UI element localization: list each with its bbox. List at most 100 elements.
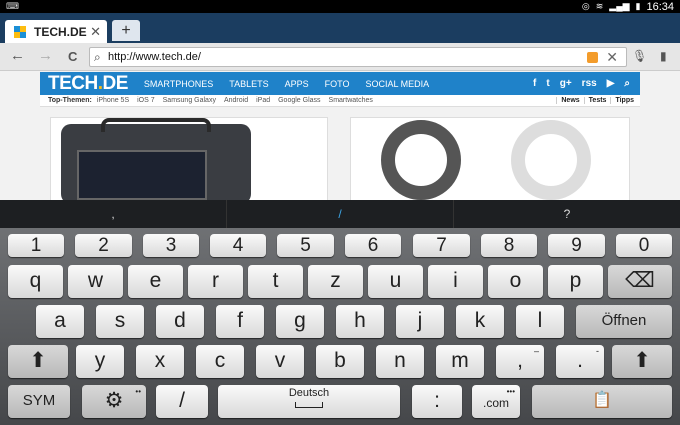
key-y[interactable]: y — [76, 345, 124, 378]
forward-button[interactable]: → — [38, 47, 53, 64]
rss-icon[interactable] — [587, 52, 598, 63]
site-logo[interactable]: TECH.DE — [48, 73, 128, 95]
key-g[interactable]: g — [276, 305, 324, 338]
key-s[interactable]: s — [96, 305, 144, 338]
key-slash[interactable]: / — [156, 385, 208, 418]
top-topics-bar: Top-Themen: iPhone 5S iOS 7 Samsung Gala… — [40, 95, 640, 107]
tab-strip: TECH.DE ✕ + — [0, 13, 680, 43]
key-2[interactable]: 2 — [75, 234, 132, 257]
browser-tab[interactable]: TECH.DE ✕ — [5, 20, 107, 43]
key-9[interactable]: 9 — [548, 234, 605, 257]
key-period[interactable]: . - — [556, 345, 604, 378]
facebook-icon[interactable]: f — [533, 78, 536, 89]
key-colon[interactable]: : — [412, 385, 462, 418]
site-navigation: TECH.DE SMARTPHONES TABLETS APPS FOTO SO… — [40, 72, 640, 95]
key-l[interactable]: l — [516, 305, 564, 338]
clear-url-icon[interactable]: ✕ — [606, 49, 618, 66]
new-tab-button[interactable]: + — [112, 20, 140, 41]
backspace-key[interactable]: ⌫ — [608, 265, 672, 298]
key-w[interactable]: w — [68, 265, 123, 298]
key-m[interactable]: m — [436, 345, 484, 378]
search-icon: ⌕ — [94, 50, 101, 64]
key-a[interactable]: a — [36, 305, 84, 338]
key-p[interactable]: p — [548, 265, 603, 298]
signal-icon: ▂▄▆ — [609, 1, 630, 11]
google-plus-icon[interactable]: g+ — [560, 78, 572, 89]
youtube-icon[interactable]: ▶ — [607, 78, 615, 89]
microphone-icon[interactable]: 🎙 — [632, 49, 647, 63]
key-n[interactable]: n — [376, 345, 424, 378]
url-text[interactable]: http://www.tech.de/ — [108, 51, 201, 63]
key-e[interactable]: e — [128, 265, 183, 298]
menu-item-tablets[interactable]: TABLETS — [229, 79, 268, 89]
key-v[interactable]: v — [256, 345, 304, 378]
settings-key[interactable]: ⚙ •• — [82, 385, 146, 418]
close-tab-icon[interactable]: ✕ — [90, 24, 101, 40]
left-shift-key[interactable]: ⬆ — [8, 345, 68, 378]
topic-link[interactable]: iPad — [256, 97, 270, 104]
site-menu: SMARTPHONES TABLETS APPS FOTO SOCIAL MED… — [144, 79, 429, 89]
key-3[interactable]: 3 — [143, 234, 199, 257]
url-bar[interactable]: ⌕ http://www.tech.de/ ✕ — [89, 47, 627, 67]
key-i[interactable]: i — [428, 265, 483, 298]
key-z[interactable]: z — [308, 265, 363, 298]
key-q[interactable]: q — [8, 265, 63, 298]
key-d[interactable]: d — [156, 305, 204, 338]
right-shift-key[interactable]: ⬆ — [612, 345, 672, 378]
menu-item-foto[interactable]: FOTO — [325, 79, 350, 89]
key-u[interactable]: u — [368, 265, 423, 298]
topic-link[interactable]: iPhone 5S — [97, 97, 129, 104]
key-r[interactable]: r — [188, 265, 243, 298]
key-5[interactable]: 5 — [277, 234, 334, 257]
key-o[interactable]: o — [488, 265, 543, 298]
key-f[interactable]: f — [216, 305, 264, 338]
tipps-link[interactable]: Tipps — [610, 97, 634, 104]
twitter-icon[interactable]: t — [546, 78, 549, 89]
topic-link[interactable]: Android — [224, 97, 248, 104]
bookmark-icon[interactable]: ▮ — [660, 49, 667, 63]
key-c[interactable]: c — [196, 345, 244, 378]
rss-feed-icon[interactable]: rss — [582, 78, 597, 89]
sync-icon: ◎ — [581, 1, 590, 11]
sym-key[interactable]: SYM — [8, 385, 70, 418]
key-0[interactable]: 0 — [616, 234, 672, 257]
menu-item-apps[interactable]: APPS — [285, 79, 309, 89]
menu-item-smartphones[interactable]: SMARTPHONES — [144, 79, 213, 89]
topic-link[interactable]: iOS 7 — [137, 97, 155, 104]
suggestion-item[interactable]: , — [0, 200, 227, 228]
news-link[interactable]: News — [556, 97, 580, 104]
article-image-bracelets[interactable] — [350, 117, 630, 200]
site-search-icon[interactable]: ⌕ — [624, 78, 630, 89]
key-7[interactable]: 7 — [413, 234, 470, 257]
reload-button[interactable]: C — [68, 49, 77, 64]
dotcom-key[interactable]: .com ••• — [472, 385, 520, 418]
spacebar-key[interactable]: Deutsch — [218, 385, 400, 418]
keyboard-status-icon: ⌨ — [6, 1, 19, 11]
topics-label: Top-Themen: — [48, 97, 92, 104]
key-h[interactable]: h — [336, 305, 384, 338]
key-8[interactable]: 8 — [481, 234, 537, 257]
article-image-solar-bag[interactable] — [50, 117, 328, 200]
tests-link[interactable]: Tests — [583, 97, 606, 104]
key-b[interactable]: b — [316, 345, 364, 378]
back-button[interactable]: ← — [10, 47, 25, 64]
suggestion-item[interactable]: / — [227, 200, 454, 228]
key-j[interactable]: j — [396, 305, 444, 338]
gear-icon: ⚙ — [104, 389, 124, 412]
solar-bag-image — [61, 118, 251, 200]
key-x[interactable]: x — [136, 345, 184, 378]
key-k[interactable]: k — [456, 305, 504, 338]
enter-key[interactable]: Öffnen — [576, 305, 672, 338]
topic-link[interactable]: Google Glass — [278, 97, 320, 104]
suggestion-item[interactable]: ? — [454, 200, 680, 228]
menu-item-social-media[interactable]: SOCIAL MEDIA — [366, 79, 430, 89]
key-4[interactable]: 4 — [210, 234, 266, 257]
key-6[interactable]: 6 — [345, 234, 401, 257]
key-t[interactable]: t — [248, 265, 303, 298]
topic-link[interactable]: Samsung Galaxy — [163, 97, 216, 104]
clipboard-key[interactable]: 📋 — [532, 385, 672, 418]
white-bracelet-image — [511, 120, 591, 200]
key-comma[interactable]: , – — [496, 345, 544, 378]
topic-link[interactable]: Smartwatches — [329, 97, 373, 104]
key-1[interactable]: 1 — [8, 234, 64, 257]
